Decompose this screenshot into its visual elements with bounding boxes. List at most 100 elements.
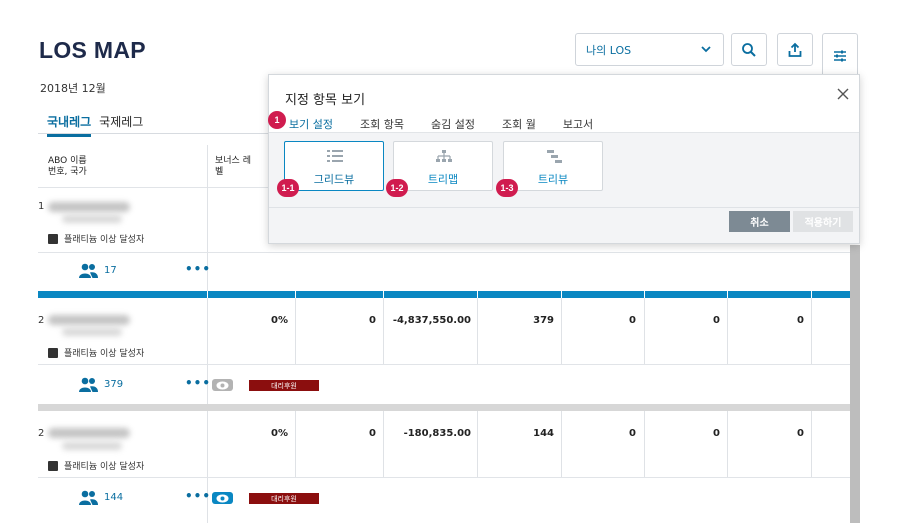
- column-divider: [561, 411, 562, 477]
- row-divider: [38, 252, 850, 253]
- column-divider: [727, 411, 728, 477]
- column-divider: [207, 145, 208, 523]
- step-marker: 1: [268, 111, 286, 129]
- visibility-toggle[interactable]: [212, 492, 233, 504]
- abo-name-blurred: [48, 428, 130, 438]
- column-divider: [383, 411, 384, 477]
- column-divider: [644, 411, 645, 477]
- month-label: 2018년 12월: [40, 82, 106, 95]
- badge-square-icon: [48, 347, 58, 358]
- list-icon: [327, 150, 343, 162]
- column-divider: [383, 298, 384, 364]
- row-separator-band: [38, 404, 850, 411]
- export-button[interactable]: [777, 33, 813, 66]
- table-cell: 0%: [271, 315, 288, 326]
- more-options-icon[interactable]: •••: [185, 489, 211, 503]
- proxy-sponsor-tag: 대리후원: [249, 493, 319, 504]
- row-separator-band: [38, 291, 850, 298]
- column-header-abo: ABO 이름 번호, 국가: [48, 156, 87, 177]
- tree-view-icon: [547, 150, 562, 163]
- tree-view-button[interactable]: 트리뷰: [503, 141, 603, 191]
- row-number: 2: [38, 315, 45, 326]
- downline-count-link[interactable]: 17: [79, 263, 117, 278]
- page-title: LOS MAP: [39, 37, 146, 63]
- header-divider: [38, 187, 268, 188]
- eye-icon: [216, 381, 229, 389]
- column-divider: [811, 298, 812, 364]
- visibility-toggle[interactable]: [212, 379, 233, 391]
- table-cell: 0%: [271, 428, 288, 439]
- step-marker: 1-1: [277, 179, 299, 197]
- los-select[interactable]: 나의 LOS: [575, 33, 724, 66]
- table-cell: -180,835.00: [403, 428, 471, 439]
- achiever-badge: 플래티늄 이상 달성자: [48, 346, 144, 359]
- column-divider: [295, 411, 296, 477]
- abo-number-blurred: [62, 442, 122, 450]
- row-divider: [38, 364, 850, 365]
- eye-icon: [216, 494, 229, 502]
- band-divider: [295, 291, 296, 298]
- table-cell: 0: [369, 428, 376, 439]
- badge-square-icon: [48, 233, 58, 244]
- column-divider: [561, 298, 562, 364]
- table-cell: 144: [533, 428, 554, 439]
- tree-map-button[interactable]: 트리맵: [393, 141, 493, 191]
- abo-name-blurred: [48, 202, 130, 212]
- abo-name-blurred: [48, 315, 130, 325]
- badge-square-icon: [48, 460, 58, 471]
- column-divider: [727, 298, 728, 364]
- column-header-bonus-level: 보너스 레 벨: [215, 156, 251, 177]
- apply-button[interactable]: 적용하기: [793, 211, 853, 232]
- popup-body: 그리드뷰 트리맵 트리뷰 1-1 1-2 1-3 취소 적용하기: [269, 133, 859, 243]
- los-select-value: 나의 LOS: [586, 43, 632, 57]
- table-cell: -4,837,550.00: [392, 315, 471, 326]
- proxy-sponsor-tag: 대리후원: [249, 380, 319, 391]
- people-icon: [79, 490, 98, 505]
- downline-count-link[interactable]: 144: [79, 490, 123, 505]
- close-icon[interactable]: [836, 87, 850, 101]
- column-divider: [644, 298, 645, 364]
- band-divider: [561, 291, 562, 298]
- row-divider: [38, 477, 850, 478]
- grid-view-label: 그리드뷰: [313, 173, 355, 186]
- step-marker: 1-3: [496, 179, 518, 197]
- row-number: 2: [38, 428, 45, 439]
- table-cell: 0: [629, 315, 636, 326]
- table-cell: 0: [713, 315, 720, 326]
- people-icon: [79, 263, 98, 278]
- search-icon: [742, 42, 756, 57]
- achiever-badge: 플래티늄 이상 달성자: [48, 459, 144, 472]
- table-cell: 0: [369, 315, 376, 326]
- column-divider: [295, 298, 296, 364]
- upload-icon: [788, 42, 802, 57]
- column-divider: [477, 298, 478, 364]
- band-divider: [644, 291, 645, 298]
- tree-view-label: 트리뷰: [537, 173, 569, 186]
- achiever-badge: 플래티늄 이상 달성자: [48, 232, 144, 245]
- table-cell: 379: [533, 315, 554, 326]
- more-options-icon[interactable]: •••: [185, 262, 211, 276]
- grid-view-button[interactable]: 그리드뷰: [284, 141, 384, 191]
- search-button[interactable]: [731, 33, 767, 66]
- more-options-icon[interactable]: •••: [185, 376, 211, 390]
- vertical-scrollbar[interactable]: [850, 245, 860, 523]
- popup-title: 지정 항목 보기: [285, 93, 366, 108]
- band-divider: [811, 291, 812, 298]
- los-map-page: LOS MAP 2018년 12월 나의 LOS 국내레그 국제레그 ABO 이…: [0, 0, 900, 523]
- cancel-button[interactable]: 취소: [729, 211, 790, 232]
- people-icon: [79, 377, 98, 392]
- table-cell: 0: [797, 315, 804, 326]
- row-number: 1: [38, 201, 45, 212]
- band-divider: [383, 291, 384, 298]
- view-settings-button[interactable]: [822, 33, 858, 77]
- tree-map-label: 트리맵: [427, 173, 459, 186]
- sliders-icon: [834, 50, 846, 61]
- column-divider: [477, 411, 478, 477]
- band-divider: [477, 291, 478, 298]
- table-cell: 0: [797, 428, 804, 439]
- chevron-down-icon: [701, 46, 711, 53]
- column-divider: [811, 411, 812, 477]
- band-divider: [727, 291, 728, 298]
- downline-count-link[interactable]: 379: [79, 377, 123, 392]
- abo-number-blurred: [62, 328, 122, 336]
